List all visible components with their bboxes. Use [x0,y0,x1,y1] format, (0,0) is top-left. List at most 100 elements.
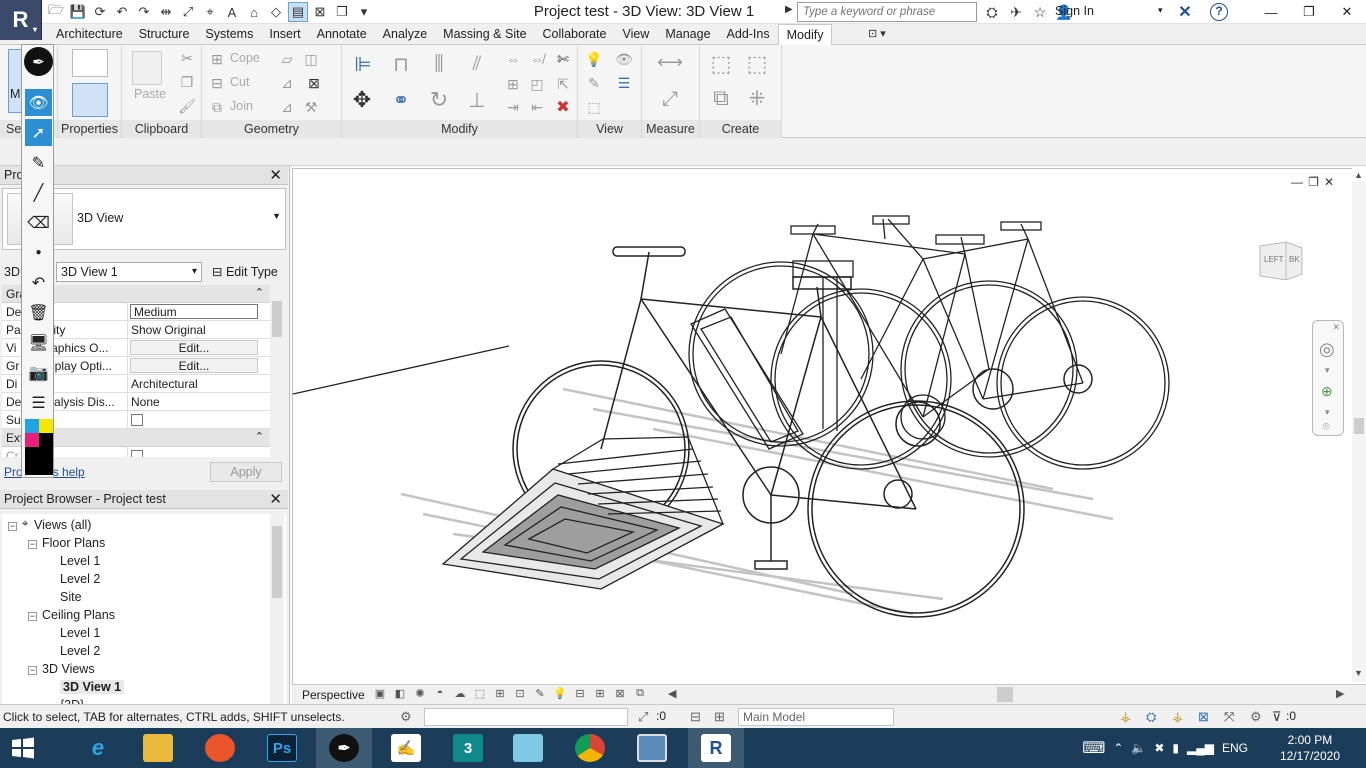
notes-icon[interactable]: ☰ [25,389,52,416]
tree-item[interactable]: Level 2 [60,644,100,658]
line-tool-icon[interactable]: ╱ [25,179,52,206]
tree-item[interactable]: Level 1 [60,554,100,568]
close-icon[interactable]: ✕ [1328,0,1366,24]
override-graphics-icon[interactable]: ✎ [584,74,604,92]
tab-manage[interactable]: Manage [657,24,718,45]
aligned-dimension-icon[interactable]: ⤢ [650,85,690,113]
select-underlay-icon[interactable]: ⛭ [1146,709,1156,725]
tree-item[interactable]: Level 2 [60,572,100,586]
crop-view-icon[interactable]: ⬚ [472,687,488,703]
tree-item[interactable]: Site [60,590,82,604]
navbar-options-icon[interactable]: ⌾ [1323,421,1330,434]
binoculars-icon[interactable]: ⛭ [982,2,1002,22]
tree-toggle-icon[interactable]: − [8,522,17,531]
shadows-icon[interactable]: ◓ [432,687,448,703]
editable-only-icon[interactable]: ⤢ [638,709,648,725]
windows-start-icon[interactable] [8,736,38,760]
properties-scrollbar[interactable] [270,285,284,457]
taskbar-pen-app[interactable]: ✒ [316,728,372,768]
mirror-axis-icon[interactable]: ⫼ [424,50,454,78]
tab-architecture[interactable]: Architecture [48,24,131,45]
application-menu-button[interactable]: R ▾ [0,0,42,40]
taskbar-3dsmax[interactable]: 3 [440,728,496,768]
undo-icon[interactable]: ↶ [112,2,132,22]
wheel-caret-icon[interactable]: ▾ [1325,365,1330,376]
reveal-hidden-icon[interactable]: 💡 [552,687,568,703]
cyan-swatch[interactable] [25,419,39,433]
sync-icon[interactable]: ⟳ [90,2,110,22]
split-element-icon[interactable]: ⇔ [504,50,522,68]
create-similar-icon[interactable]: ⁜ [742,83,772,113]
rotate-icon[interactable]: ↻ [424,85,454,115]
sign-in-caret-icon[interactable]: ▾ [1158,5,1163,16]
copy-icon[interactable]: ❐ [178,73,196,91]
create-parts-icon[interactable]: ⬚ [742,49,772,79]
tab-analyze[interactable]: Analyze [375,24,435,45]
delete-icon[interactable]: ✖ [554,98,572,116]
volume-icon[interactable]: 🔈 [1131,741,1146,755]
signal-icon[interactable]: ▂▄▆ [1187,741,1214,755]
wall-joins-icon[interactable]: ⊿ [278,74,296,92]
trim-single-icon[interactable]: ⇥ [504,98,522,116]
measure-icon[interactable]: ⇹ [156,2,176,22]
tab-view[interactable]: View [614,24,657,45]
instance-filter-dropdown[interactable]: 3D View 1 ▾ [56,262,202,282]
open-icon[interactable]: 🗁 [46,2,66,22]
tree-item[interactable]: 3D Views [42,662,95,676]
taskbar-ie[interactable]: e [70,728,126,768]
taskbar-prism-app[interactable] [500,728,556,768]
magenta-swatch[interactable] [25,433,39,447]
hide-in-view-icon[interactable]: 💡 [584,50,604,68]
browser-scroll-thumb[interactable] [272,526,282,598]
render-icon[interactable]: ☁ [452,687,468,703]
property-value[interactable]: Edit... [130,358,258,373]
taskbar-chrome[interactable] [562,728,618,768]
browser-scrollbar[interactable] [270,512,284,704]
crop-checkbox[interactable] [131,450,143,457]
whiteboard-icon[interactable]: 🖥 [25,329,52,356]
undo-drawing-icon[interactable]: ↶ [25,269,52,296]
viewport-vscroll-thumb[interactable] [1354,418,1364,434]
select-links-icon[interactable]: ⚶ [1120,709,1131,725]
property-value[interactable]: Edit... [130,340,258,355]
copy-element-icon[interactable]: ⚭ [386,85,416,115]
join-icon[interactable]: ⧉ [208,98,226,116]
remove-paint-icon[interactable]: ⊿ [278,98,296,116]
detail-level-icon[interactable]: ◧ [392,687,408,703]
property-value[interactable]: Show Original [128,321,270,338]
taskbar-explorer[interactable] [130,728,186,768]
tree-item[interactable]: Views (all) [34,518,91,532]
edit-type-button[interactable]: ⊟ Edit Type [208,262,282,282]
tag-icon[interactable]: ⌖ [200,2,220,22]
section-icon[interactable]: ◇ [266,2,286,22]
cope-icon[interactable]: ⊞ [208,50,226,68]
hscroll-right-arrow-icon[interactable]: ▶ [1336,687,1344,700]
text-icon[interactable]: A [222,2,242,22]
trash-icon[interactable]: 🗑 [25,299,52,326]
tab-annotate[interactable]: Annotate [309,24,375,45]
view-restore-icon[interactable]: ❐ [1308,175,1319,189]
create-assembly-icon[interactable]: ⬚ [706,49,736,79]
paste-label[interactable]: Paste [134,87,166,101]
constraints-icon[interactable]: ⧉ [632,687,648,703]
type-selector-caret-icon[interactable]: ▼ [272,211,281,221]
3d-viewport[interactable]: — ❐ ✕ [292,168,1352,684]
view-close-icon[interactable]: ✕ [1324,175,1334,189]
steering-wheel-icon[interactable]: ◎ [1319,339,1335,360]
viewport-vertical-scrollbar[interactable]: ▲ ▼ [1352,170,1366,682]
tab-structure[interactable]: Structure [131,24,198,45]
cope-label[interactable]: Cope [230,51,260,65]
tab-collaborate[interactable]: Collaborate [535,24,615,45]
tab-add-ins[interactable]: Add-Ins [719,24,778,45]
array-icon[interactable]: ⊞ [504,75,522,93]
tree-toggle-icon[interactable]: − [28,666,37,675]
subscription-icon[interactable]: ✈ [1006,2,1026,22]
visual-style-icon[interactable]: ▣ [372,687,388,703]
viewcube-left-face[interactable]: LEFT [1264,255,1284,264]
tray-expand-icon[interactable]: ⌃ [1113,741,1123,755]
taskbar-photoshop[interactable]: Ps [254,728,310,768]
collapse-graphics-icon[interactable]: ⌃ [255,286,264,299]
default-3d-view-icon[interactable]: ⌂ [244,2,264,22]
property-value[interactable]: None [128,393,270,410]
property-value[interactable]: Architectural [128,375,270,392]
